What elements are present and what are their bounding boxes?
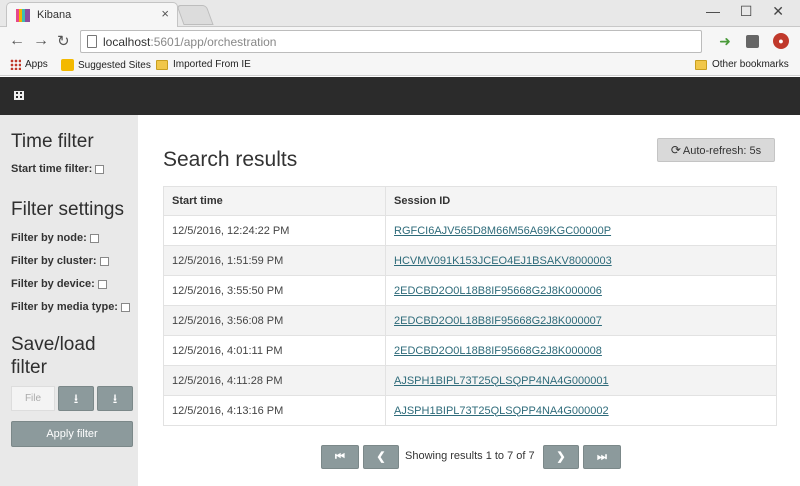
apps-grid-icon (10, 59, 21, 70)
session-id-link[interactable]: RGFCI6AJV565D8M66M56A69KGC00000P (394, 225, 611, 237)
bookmark-suggested-sites[interactable]: Suggested Sites (61, 59, 151, 71)
url-text[interactable]: localhost:5601/app/orchestration (103, 35, 276, 49)
filter-by-node-row: Filter by node: (11, 232, 99, 244)
start-time-cell: 12/5/2016, 4:11:28 PM (163, 365, 386, 396)
session-id-cell: 2EDCBD2O0L18B8IF95668G2J8K000006 (385, 275, 777, 306)
session-id-link[interactable]: AJSPH1BIPL73T25QLSQPP4NA4G000001 (394, 375, 609, 387)
adblock-icon[interactable]: ● (773, 33, 789, 49)
last-page-button[interactable]: ⏭ (583, 445, 621, 469)
chevron-right-icon: ❯ (556, 451, 566, 463)
first-page-icon: ⏮ (335, 451, 345, 463)
session-id-link[interactable]: HCVMV091K153JCEO4EJ1BSAKV8000003 (394, 255, 612, 267)
results-table: Start time Session ID 12/5/2016, 12:24:2… (163, 186, 777, 426)
table-row: 12/5/2016, 12:24:22 PM RGFCI6AJV565D8M66… (163, 215, 777, 246)
main-content: Search results ⟳ Auto-refresh: 5s Start t… (138, 115, 800, 486)
session-id-cell: 2EDCBD2O0L18B8IF95668G2J8K000007 (385, 305, 777, 336)
browser-toolbar: ← → ↻ localhost:5601/app/orchestration ➜… (0, 27, 800, 56)
session-id-link[interactable]: 2EDCBD2O0L18B8IF95668G2J8K000006 (394, 285, 602, 297)
session-id-cell: 2EDCBD2O0L18B8IF95668G2J8K000008 (385, 335, 777, 366)
bookmark-apps[interactable]: Apps (10, 59, 48, 70)
filter-by-device-row: Filter by device: (11, 278, 107, 290)
table-row: 12/5/2016, 4:13:16 PM AJSPH1BIPL73T25QLS… (163, 395, 777, 426)
filter-by-media-type-row: Filter by media type: (11, 301, 130, 313)
download-icon: ⭳ (73, 391, 79, 406)
filter-by-cluster-checkbox[interactable] (99, 256, 109, 266)
start-time-cell: 12/5/2016, 12:24:22 PM (163, 215, 386, 246)
start-time-cell: 12/5/2016, 4:01:11 PM (163, 335, 386, 366)
download-filter-button[interactable]: ⭳ (58, 386, 94, 411)
session-id-cell: AJSPH1BIPL73T25QLSQPP4NA4G000001 (385, 365, 777, 396)
bookmarks-bar: Apps Suggested Sites Imported From IE Ot… (0, 56, 800, 76)
forward-arrow-icon[interactable]: → (33, 32, 49, 50)
chevron-left-icon: ❮ (376, 451, 386, 463)
save-load-heading-line2: filter (11, 357, 47, 378)
new-tab-button[interactable] (176, 5, 214, 25)
start-time-cell: 12/5/2016, 3:55:50 PM (163, 275, 386, 306)
next-page-button[interactable]: ❯ (543, 445, 579, 469)
reload-icon[interactable]: ↻ (57, 32, 70, 50)
previous-page-button[interactable]: ❮ (363, 445, 399, 469)
table-row: 12/5/2016, 3:55:50 PM 2EDCBD2O0L18B8IF95… (163, 275, 777, 306)
filter-by-media-type-checkbox[interactable] (120, 302, 130, 312)
filter-by-device-checkbox[interactable] (97, 279, 107, 289)
table-header-row: Start time Session ID (163, 186, 777, 216)
time-filter-heading: Time filter (11, 131, 94, 152)
start-time-cell: 12/5/2016, 1:51:59 PM (163, 245, 386, 276)
kibana-favicon-icon (16, 9, 30, 22)
first-page-button[interactable]: ⏮ (321, 445, 359, 469)
bookmark-other[interactable]: Other bookmarks (695, 59, 789, 70)
filter-by-cluster-row: Filter by cluster: (11, 255, 109, 267)
filter-settings-heading: Filter settings (11, 199, 124, 220)
session-id-link[interactable]: AJSPH1BIPL73T25QLSQPP4NA4G000002 (394, 405, 609, 417)
start-time-cell: 12/5/2016, 3:56:08 PM (163, 305, 386, 336)
table-row: 12/5/2016, 4:11:28 PM AJSPH1BIPL73T25QLS… (163, 365, 777, 396)
tab-title: Kibana (37, 9, 72, 21)
table-row: 12/5/2016, 1:51:59 PM HCVMV091K153JCEO4E… (163, 245, 777, 276)
close-tab-icon[interactable]: × (161, 6, 169, 21)
browser-tab-kibana[interactable]: Kibana × (6, 2, 178, 27)
apply-filter-button[interactable]: Apply filter (11, 421, 133, 447)
session-id-link[interactable]: 2EDCBD2O0L18B8IF95668G2J8K000008 (394, 345, 602, 357)
session-id-link[interactable]: 2EDCBD2O0L18B8IF95668G2J8K000007 (394, 315, 602, 327)
page-icon (87, 35, 97, 48)
column-header-start-time[interactable]: Start time (163, 186, 386, 216)
last-page-icon: ⏭ (597, 451, 607, 463)
address-bar[interactable]: localhost:5601/app/orchestration (80, 30, 702, 53)
session-id-cell: RGFCI6AJV565D8M66M56A69KGC00000P (385, 215, 777, 246)
start-time-cell: 12/5/2016, 4:13:16 PM (163, 395, 386, 426)
back-arrow-icon[interactable]: ← (9, 32, 25, 50)
grid-menu-icon[interactable] (14, 91, 24, 100)
window-controls[interactable]: — ☐ ✕ (706, 3, 792, 20)
start-time-filter-checkbox[interactable] (95, 164, 105, 174)
start-time-filter-row: Start time filter: (11, 163, 105, 175)
app-header (0, 77, 800, 115)
column-header-session-id[interactable]: Session ID (385, 186, 777, 216)
page-title: Search results (163, 148, 298, 171)
filter-by-node-checkbox[interactable] (89, 233, 99, 243)
bookmark-imported-from-ie[interactable]: Imported From IE (156, 59, 251, 70)
upload-icon: ⭳ (112, 391, 118, 406)
folder-icon (156, 59, 168, 70)
refresh-icon: ⟳ (670, 143, 681, 157)
browser-tabstrip: Kibana × — ☐ ✕ (0, 0, 800, 27)
extension-square-icon[interactable] (746, 35, 759, 48)
save-load-heading-line1: Save/load (11, 334, 96, 355)
folder-icon (695, 59, 707, 70)
table-row: 12/5/2016, 4:01:11 PM 2EDCBD2O0L18B8IF95… (163, 335, 777, 366)
filter-sidebar: Time filter Start time filter: Filter se… (0, 115, 138, 486)
session-id-cell: HCVMV091K153JCEO4EJ1BSAKV8000003 (385, 245, 777, 276)
pagination-status: Showing results 1 to 7 of 7 (405, 450, 535, 462)
extension-arrow-icon[interactable]: ➜ (717, 33, 733, 49)
session-id-cell: AJSPH1BIPL73T25QLSQPP4NA4G000002 (385, 395, 777, 426)
file-input[interactable]: File (11, 386, 55, 411)
suggested-sites-icon (61, 59, 74, 71)
table-row: 12/5/2016, 3:56:08 PM 2EDCBD2O0L18B8IF95… (163, 305, 777, 336)
auto-refresh-button[interactable]: ⟳ Auto-refresh: 5s (657, 138, 775, 162)
upload-filter-button[interactable]: ⭳ (97, 386, 133, 411)
